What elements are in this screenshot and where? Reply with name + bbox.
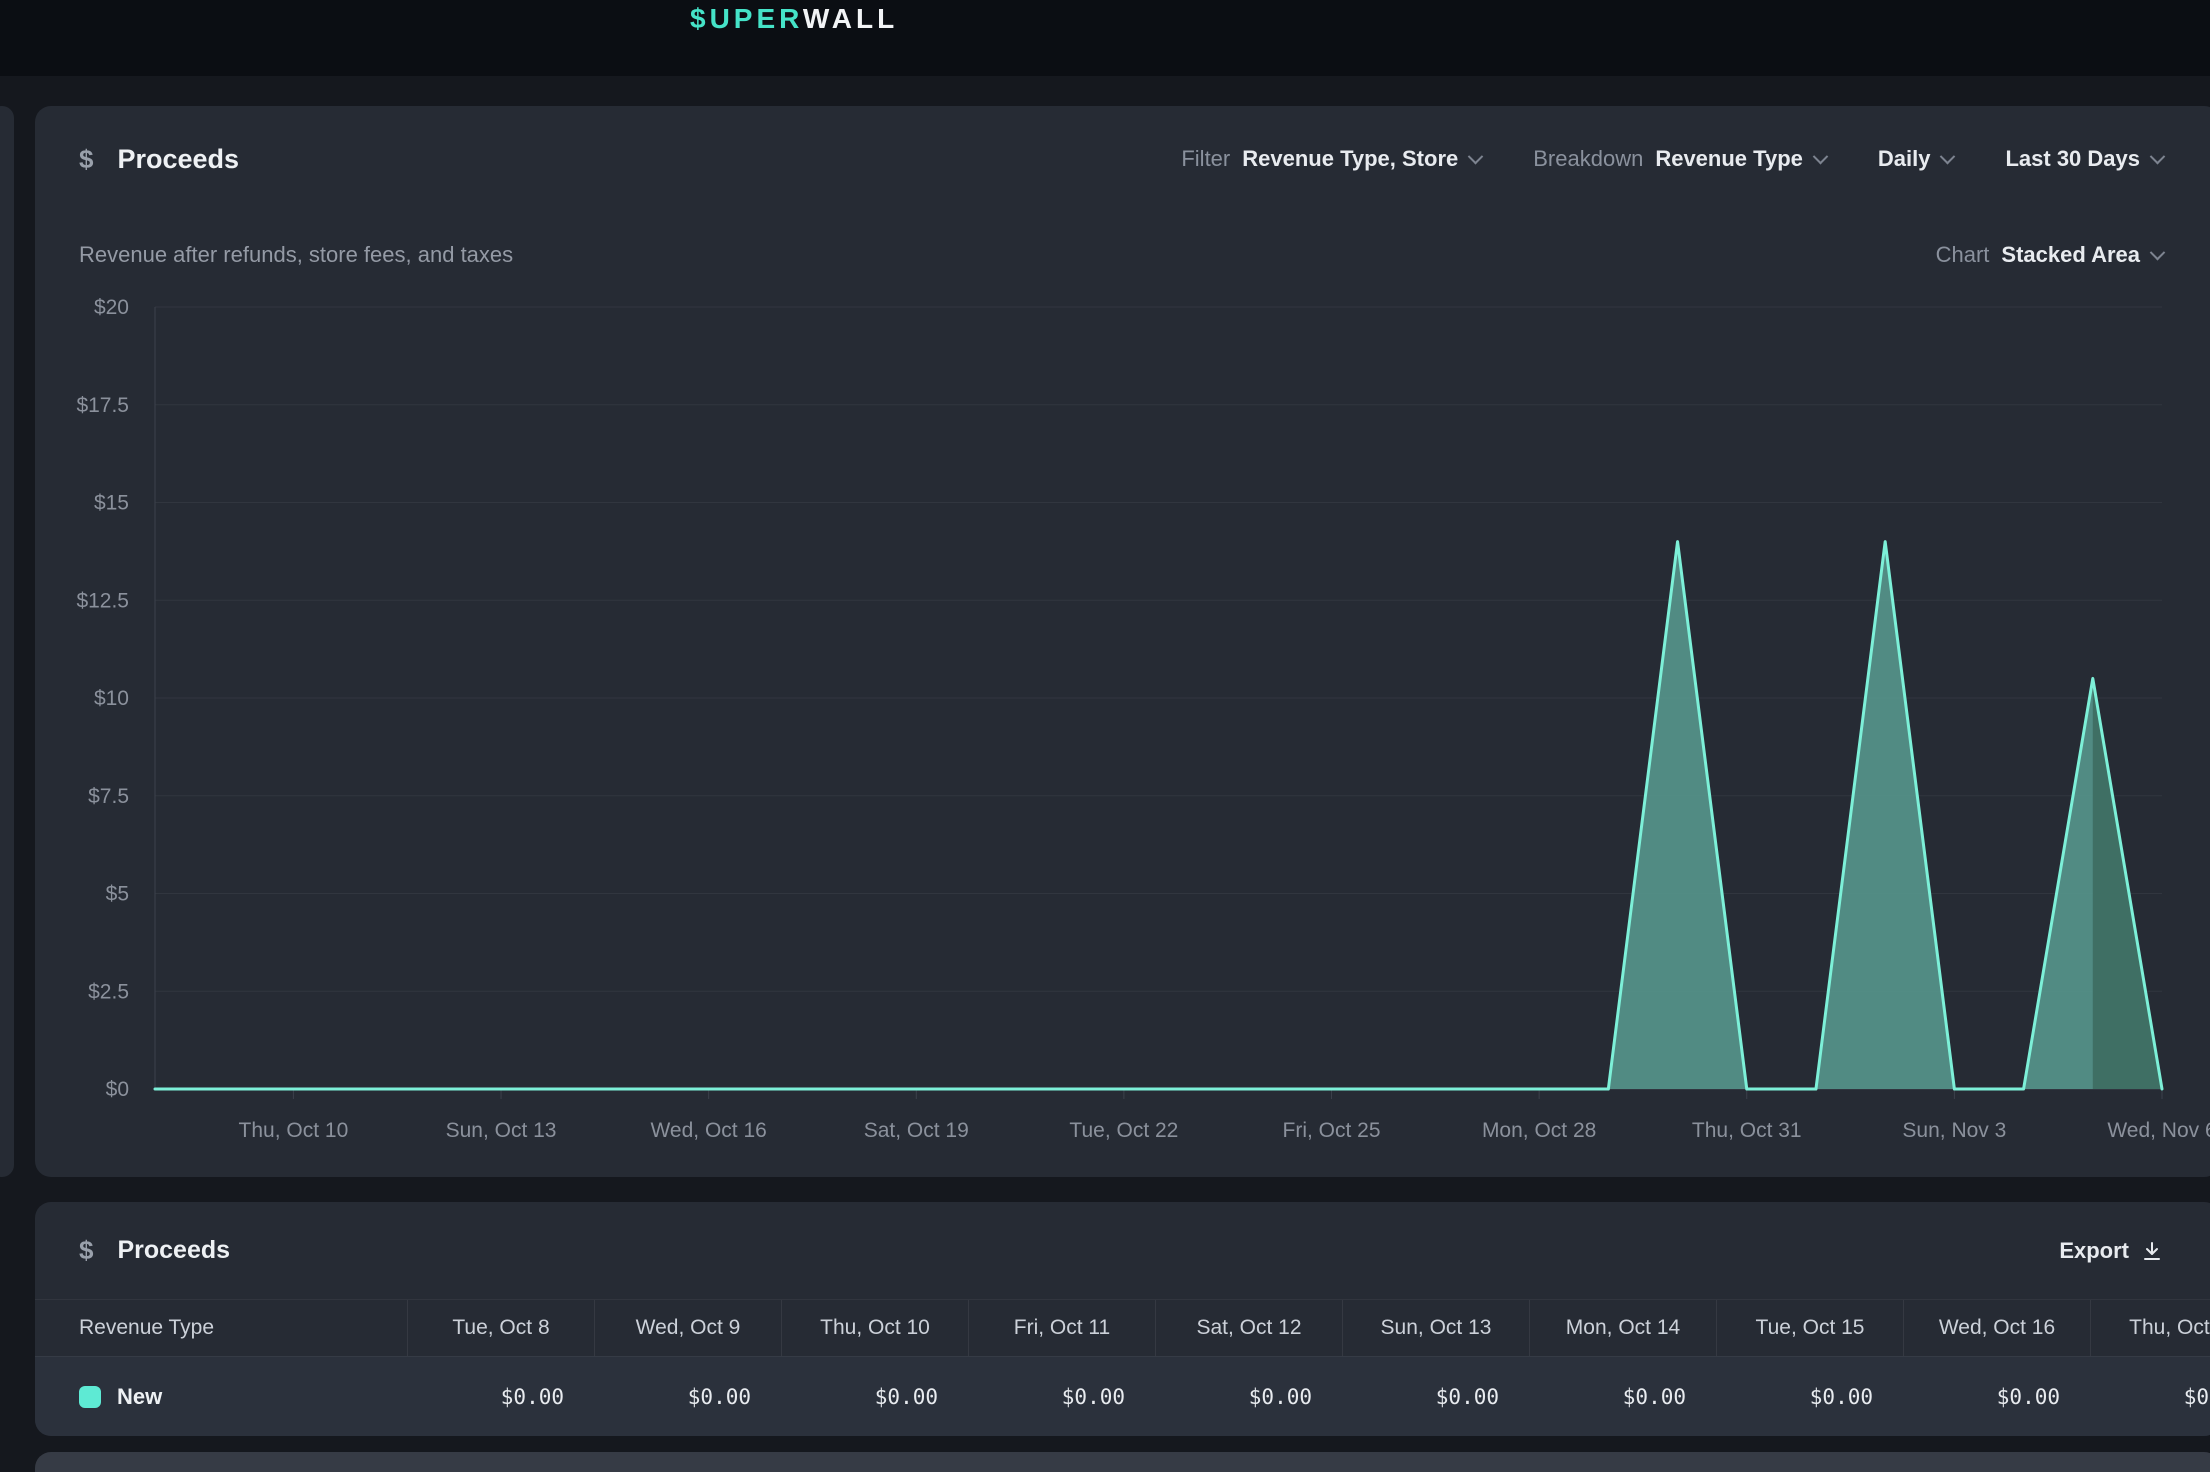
chart-subtitle: Revenue after refunds, store fees, and t… xyxy=(79,242,513,268)
table-cell-value: $0.00 xyxy=(1903,1357,2090,1436)
column-header-date: Fri, Oct 11 xyxy=(968,1300,1155,1356)
svg-text:Thu, Oct 10: Thu, Oct 10 xyxy=(239,1119,349,1142)
svg-text:Wed, Nov 6: Wed, Nov 6 xyxy=(2107,1119,2210,1142)
svg-text:Tue, Oct 22: Tue, Oct 22 xyxy=(1069,1119,1178,1142)
table-cell-value: $0.00 xyxy=(968,1357,1155,1436)
filter-dropdown[interactable]: Filter Revenue Type, Store xyxy=(1181,146,1481,172)
svg-text:$2.5: $2.5 xyxy=(88,980,129,1003)
download-icon xyxy=(2141,1240,2163,1262)
svg-text:$20: $20 xyxy=(94,297,129,319)
date-range-dropdown[interactable]: Last 30 Days xyxy=(2005,146,2163,172)
chart-type-label: Chart xyxy=(1936,242,1990,268)
top-navigation-bar: $UPERWALL xyxy=(0,0,2210,76)
svg-text:Sun, Oct 13: Sun, Oct 13 xyxy=(446,1119,557,1142)
series-swatch xyxy=(79,1386,101,1408)
svg-text:Mon, Oct 28: Mon, Oct 28 xyxy=(1482,1119,1596,1142)
svg-text:Sat, Oct 19: Sat, Oct 19 xyxy=(864,1119,969,1142)
table-cell-value: $0.00 xyxy=(781,1357,968,1436)
chart-canvas: $20 $17.5 $15 $12.5 $10 $7.5 $5 $2.5 $0 Thu, Oct … xyxy=(35,297,2210,1203)
svg-text:$7.5: $7.5 xyxy=(88,785,129,808)
chevron-down-icon xyxy=(2150,148,2166,164)
column-header-date: Sun, Oct 13 xyxy=(1342,1300,1529,1356)
column-header-date: Thu, Oct 17 xyxy=(2090,1300,2210,1356)
export-button[interactable]: Export xyxy=(2059,1238,2163,1264)
date-range-value: Last 30 Days xyxy=(2005,146,2140,172)
table-cell-value: $0.00 xyxy=(1342,1357,1529,1436)
svg-text:$12.5: $12.5 xyxy=(76,589,129,612)
chevron-down-icon xyxy=(1940,148,1956,164)
breakdown-label: Breakdown xyxy=(1533,146,1643,172)
svg-text:$15: $15 xyxy=(94,492,129,515)
breakdown-value: Revenue Type xyxy=(1655,146,1803,172)
granularity-value: Daily xyxy=(1878,146,1931,172)
column-header-date: Tue, Oct 15 xyxy=(1716,1300,1903,1356)
chevron-down-icon xyxy=(2150,244,2166,260)
table-row-new: New $0.00$0.00$0.00$0.00$0.00$0.00$0.00$… xyxy=(35,1356,2210,1436)
table-cell-value: $0.00 xyxy=(1155,1357,1342,1436)
superwall-logo[interactable]: $UPERWALL xyxy=(690,2,898,36)
svg-text:$0: $0 xyxy=(106,1078,129,1101)
table-cell-value: $0.00 xyxy=(407,1357,594,1436)
dollar-icon: $ xyxy=(79,1235,93,1266)
filter-value: Revenue Type, Store xyxy=(1242,146,1458,172)
chevron-down-icon xyxy=(1813,148,1829,164)
svg-text:$10: $10 xyxy=(94,687,129,710)
column-header-revenue-type: Revenue Type xyxy=(35,1300,407,1356)
logo-rest: WALL xyxy=(803,3,898,34)
chart-controls: Filter Revenue Type, Store Breakdown Rev… xyxy=(1181,142,2163,176)
chevron-down-icon xyxy=(1468,148,1484,164)
proceeds-table-card: $ Proceeds Export Revenue Type Tue, Oct … xyxy=(35,1202,2210,1436)
filter-label: Filter xyxy=(1181,146,1230,172)
svg-text:$5: $5 xyxy=(106,883,129,906)
table-cell-value: $0.00 xyxy=(1716,1357,1903,1436)
column-header-date: Sat, Oct 12 xyxy=(1155,1300,1342,1356)
chart-type-dropdown[interactable]: Chart Stacked Area xyxy=(1936,242,2163,268)
chart-type-value: Stacked Area xyxy=(2001,242,2140,268)
table-cell-value: $0.00 xyxy=(2090,1357,2210,1436)
table-card-title: Proceeds xyxy=(117,1236,230,1265)
svg-text:Thu, Oct 31: Thu, Oct 31 xyxy=(1692,1119,1802,1142)
table-cell-value: $0.00 xyxy=(1529,1357,1716,1436)
logo-accent: $UPER xyxy=(690,3,803,34)
svg-text:$17.5: $17.5 xyxy=(76,394,129,417)
chart-subtitle-row: Revenue after refunds, store fees, and t… xyxy=(79,242,2163,268)
svg-text:Wed, Oct 16: Wed, Oct 16 xyxy=(650,1119,766,1142)
chart-card-title: Proceeds xyxy=(117,144,239,175)
column-header-date: Thu, Oct 10 xyxy=(781,1300,968,1356)
row-label-cell: New xyxy=(35,1357,407,1436)
cutoff-panel-below xyxy=(35,1452,2210,1472)
svg-text:Fri, Oct 25: Fri, Oct 25 xyxy=(1283,1119,1381,1142)
breakdown-dropdown[interactable]: Breakdown Revenue Type xyxy=(1533,146,1826,172)
series-label: New xyxy=(117,1384,162,1410)
column-header-date: Wed, Oct 16 xyxy=(1903,1300,2090,1356)
granularity-dropdown[interactable]: Daily xyxy=(1878,146,1954,172)
table-header-row: Revenue Type Tue, Oct 8Wed, Oct 9Thu, Oc… xyxy=(35,1299,2210,1356)
column-header-date: Wed, Oct 9 xyxy=(594,1300,781,1356)
export-label: Export xyxy=(2059,1238,2129,1264)
left-panel-edge xyxy=(0,106,14,1177)
stacked-area-chart: $20 $17.5 $15 $12.5 $10 $7.5 $5 $2.5 $0 Thu, Oct … xyxy=(35,297,2210,1203)
column-header-date: Mon, Oct 14 xyxy=(1529,1300,1716,1356)
table-cell-value: $0.00 xyxy=(594,1357,781,1436)
superwall-dashboard: $UPERWALL $ Proceeds Filter Revenue Type… xyxy=(0,0,2210,1472)
svg-text:Sun, Nov 3: Sun, Nov 3 xyxy=(1902,1119,2006,1142)
column-header-date: Tue, Oct 8 xyxy=(407,1300,594,1356)
dollar-icon: $ xyxy=(79,144,93,175)
table-card-header: $ Proceeds Export xyxy=(35,1202,2210,1299)
chart-card-header: $ Proceeds xyxy=(79,142,239,176)
